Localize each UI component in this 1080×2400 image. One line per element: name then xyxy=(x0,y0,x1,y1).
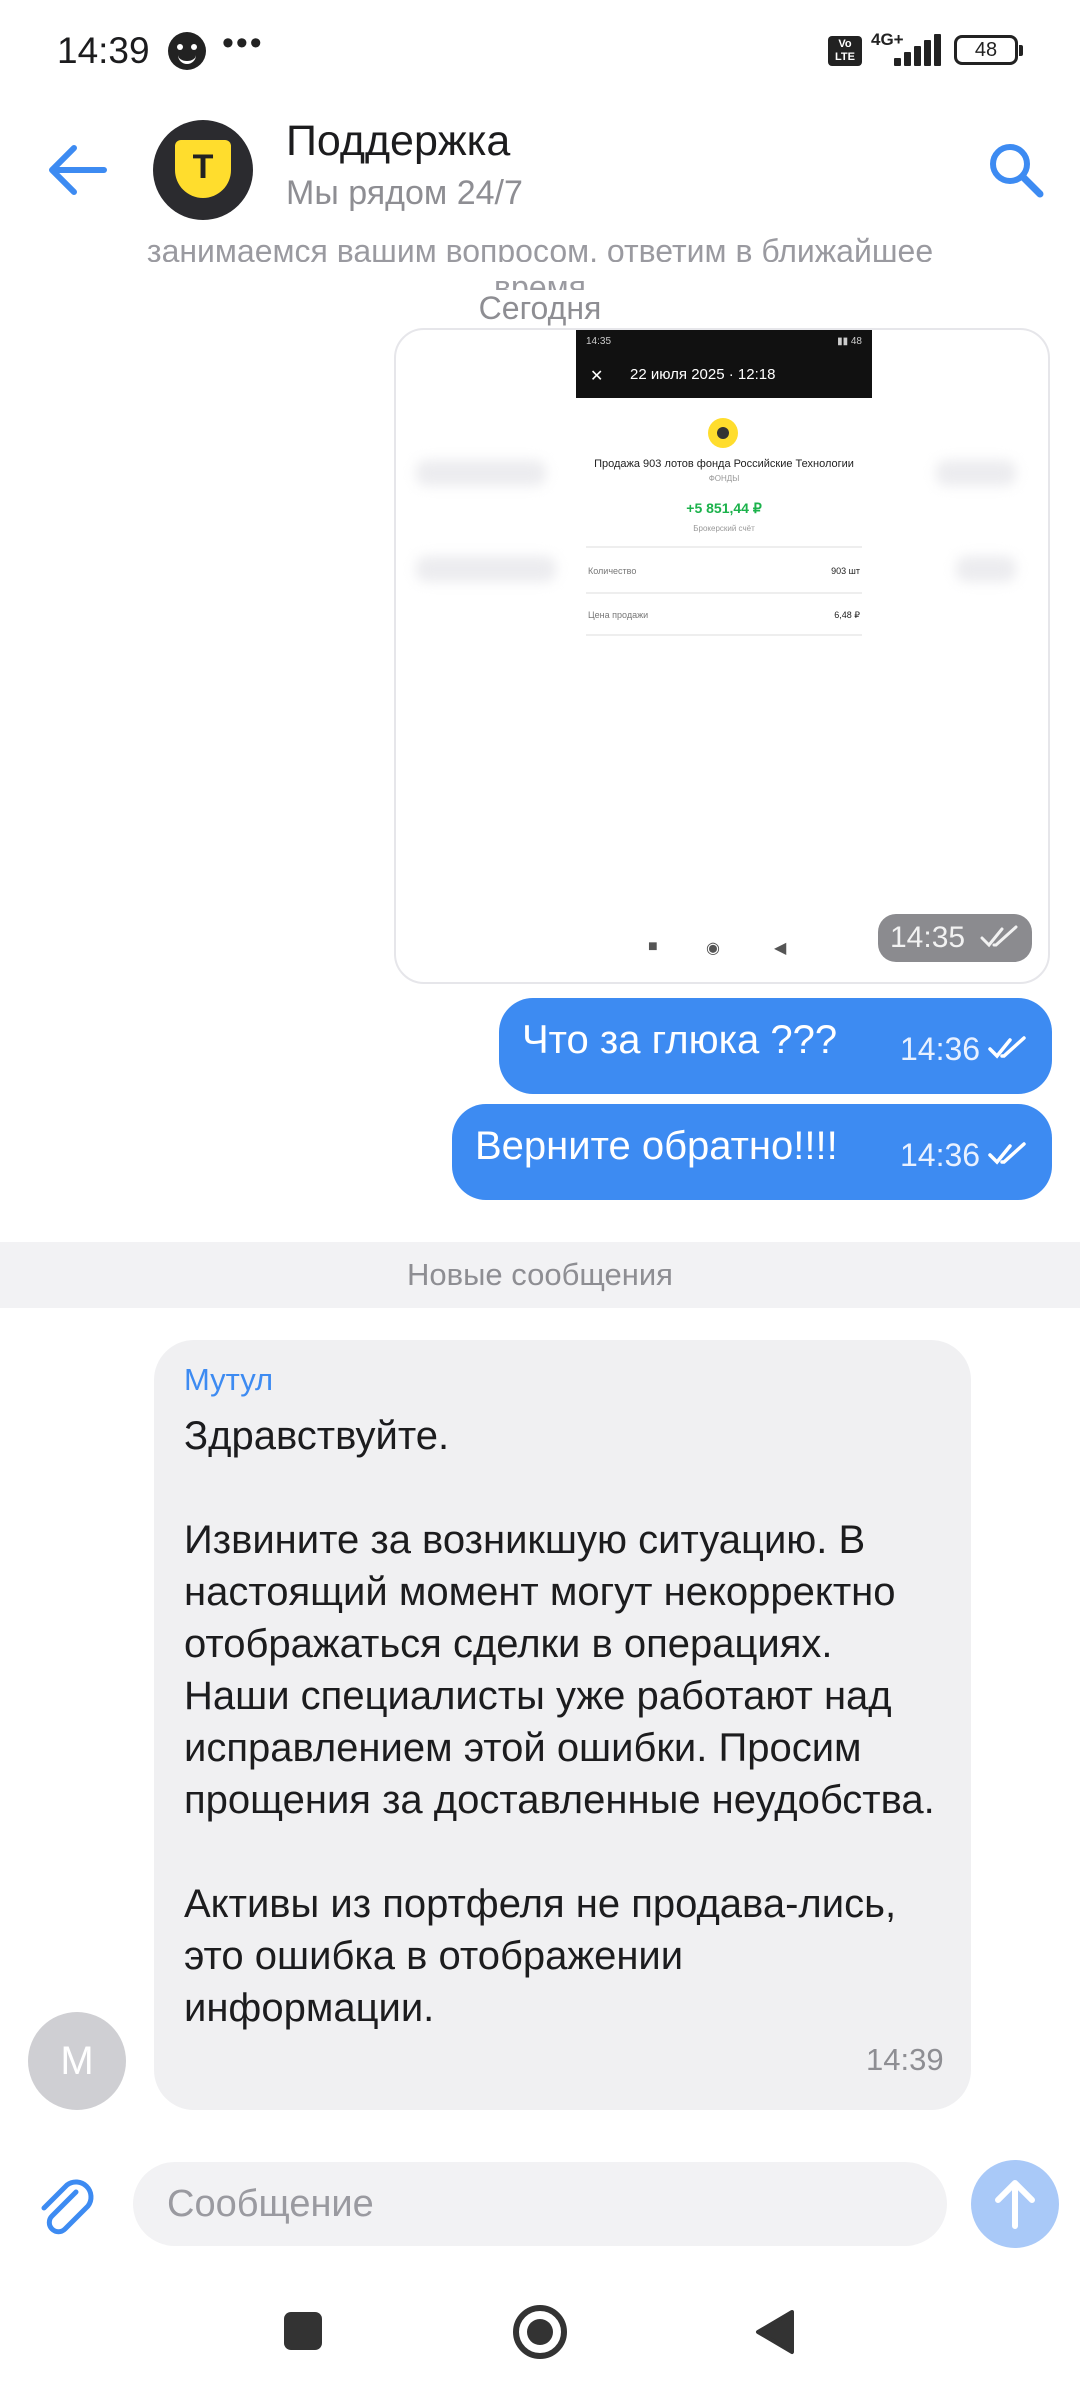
screenshot-row-label: Цена продажи xyxy=(588,610,649,620)
screenshot-nav-square-icon: ■ xyxy=(648,938,658,955)
screenshot-row-value: 903 шт xyxy=(831,566,860,576)
message-text: Здравствуйте. Извините за возникшую ситу… xyxy=(184,1414,935,2030)
message-text: Что за глюка ??? xyxy=(522,1018,838,1062)
recents-button[interactable] xyxy=(284,2312,322,2350)
more-notifications-icon: ••• xyxy=(222,24,264,62)
screenshot-operation-title: Продажа 903 лотов фонда Российские Техно… xyxy=(594,458,854,470)
back-button[interactable] xyxy=(40,140,114,200)
brand-logo-icon: Т xyxy=(175,140,231,198)
screenshot-preview: 14:35 ▮▮ 48 ✕ 22 июля 2025 · 12:18 Прода… xyxy=(576,330,872,640)
volte-icon: Vo LTE xyxy=(828,36,862,66)
system-message-partial: занимаемся вашим вопросом, ответим в бли… xyxy=(146,233,934,262)
message-time: 14:35 xyxy=(878,914,1032,962)
arrow-up-icon xyxy=(995,2180,1035,2229)
screenshot-row-label: Количество xyxy=(588,566,637,576)
screenshot-nav-back-icon: ◀ xyxy=(774,940,787,957)
notification-app-icon xyxy=(168,32,206,70)
attach-button[interactable] xyxy=(32,2172,102,2242)
close-icon: ✕ xyxy=(590,368,604,385)
screenshot-amount: +5 851,44 ₽ xyxy=(686,500,762,516)
screenshot-date: 22 июля 2025 · 12:18 xyxy=(630,366,776,383)
outgoing-message[interactable]: Верните обратно!!!! 14:36 xyxy=(452,1104,1052,1200)
message-time: 14:36 xyxy=(900,1137,981,1173)
image-message[interactable]: 14:35 ▮▮ 48 ✕ 22 июля 2025 · 12:18 Прода… xyxy=(394,328,1050,984)
search-button[interactable] xyxy=(984,138,1048,202)
signal-icon xyxy=(894,34,942,66)
chat-title[interactable]: Поддержка xyxy=(286,117,510,166)
message-input[interactable] xyxy=(133,2162,947,2246)
double-check-icon xyxy=(988,1142,1026,1165)
agent-avatar[interactable]: М xyxy=(28,2012,126,2110)
chat-subtitle: Мы рядом 24/7 xyxy=(286,174,523,212)
screenshot-status-time: 14:35 xyxy=(586,336,612,347)
screenshot-account: Брокерский счёт xyxy=(693,524,755,533)
paperclip-icon xyxy=(41,2179,94,2235)
send-button[interactable] xyxy=(971,2160,1059,2248)
fund-logo-icon xyxy=(708,418,738,448)
home-circle-icon xyxy=(513,2305,567,2359)
sender-name[interactable]: Мутул xyxy=(184,1362,273,1398)
arrow-left-icon xyxy=(49,145,107,195)
screenshot-row-value: 6,48 ₽ xyxy=(834,610,860,620)
message-time: 14:39 xyxy=(866,2042,944,2077)
home-button[interactable] xyxy=(510,2302,570,2362)
triangle-back-icon xyxy=(756,2310,794,2354)
outgoing-message[interactable]: Что за глюка ??? 14:36 xyxy=(499,998,1052,1094)
screenshot-category: ФОНДЫ xyxy=(708,474,740,483)
status-time: 14:39 xyxy=(57,30,150,71)
double-check-icon xyxy=(980,925,1018,948)
message-text: Верните обратно!!!! xyxy=(475,1124,838,1168)
battery-icon: 48 xyxy=(954,35,1023,65)
message-time: 14:36 xyxy=(900,1031,981,1067)
screenshot-status-icons: ▮▮ 48 xyxy=(837,336,862,347)
incoming-message[interactable]: Мутул Здравствуйте. Извините за возникшу… xyxy=(154,1340,971,2110)
screenshot-nav-home-icon: ◉ xyxy=(706,940,720,957)
system-message-partial-2: время xyxy=(494,269,586,292)
new-messages-divider: Новые сообщения xyxy=(0,1242,1080,1308)
double-check-icon xyxy=(988,1036,1026,1059)
nav-back-button[interactable] xyxy=(752,2308,796,2356)
date-divider: Сегодня xyxy=(462,290,618,327)
search-icon xyxy=(990,144,1044,198)
support-avatar[interactable]: Т xyxy=(153,120,253,220)
